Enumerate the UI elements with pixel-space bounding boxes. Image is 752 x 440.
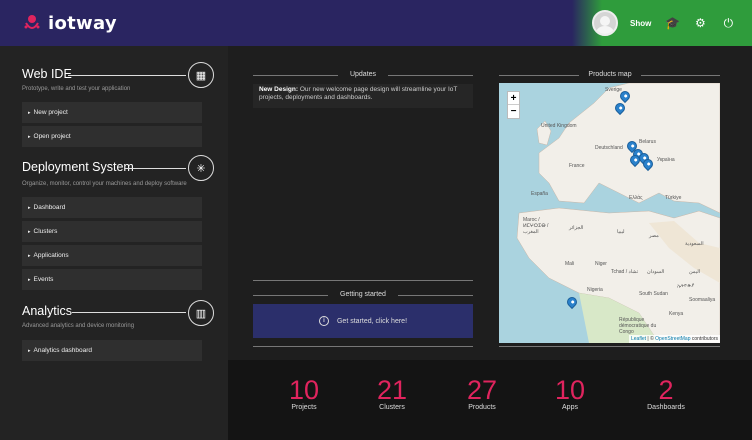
divider <box>124 168 186 169</box>
divider <box>253 295 328 296</box>
menu-item-events[interactable]: ▸ Events <box>22 269 202 290</box>
map-label: France <box>569 163 585 169</box>
map-label: السودان <box>647 269 665 275</box>
map-label: Türkiye <box>665 195 682 201</box>
get-started-label: Get started, click here! <box>336 317 408 325</box>
map-landmass <box>516 83 720 343</box>
map-label: ليبيا <box>617 229 625 235</box>
brand[interactable]: iotway <box>22 13 117 34</box>
map-label: Kenya <box>669 311 684 317</box>
updates-title: Updates <box>349 71 377 78</box>
stat-products[interactable]: 27 Products <box>442 376 522 411</box>
divider <box>499 346 720 347</box>
network-icon: ✳ <box>188 155 214 181</box>
divider <box>641 75 720 76</box>
map-label: Maroc / ⵍⵎⵖⵔⵉⴱ / المغرب <box>523 217 549 235</box>
get-started-button[interactable]: i Get started, click here! <box>253 304 473 338</box>
map-label: United Kingdom <box>541 123 577 129</box>
map-label: الجزائر <box>569 225 584 231</box>
getting-started-title: Getting started <box>340 291 386 298</box>
section-title: Analytics <box>22 304 73 318</box>
map-label: Tchad / تشاد <box>611 269 639 275</box>
stat-value: 27 <box>466 375 498 405</box>
menu-item-applications[interactable]: ▸ Applications <box>22 245 202 266</box>
leaflet-link[interactable]: Leaflet <box>631 336 646 342</box>
stat-label: Products <box>468 404 496 411</box>
stat-label: Projects <box>291 404 317 411</box>
stat-label: Dashboards <box>647 404 685 411</box>
menu-item-dashboard[interactable]: ▸ Dashboard <box>22 197 202 218</box>
divider <box>499 75 579 76</box>
map-label: ኢትዮጵያ <box>677 283 695 289</box>
brand-name: iotway <box>48 12 117 34</box>
products-map-title: Products map <box>588 71 632 78</box>
divider <box>253 75 338 76</box>
menu-item-open-project[interactable]: ▸ Open project <box>22 126 202 147</box>
divider <box>398 295 473 296</box>
map-attribution: Leaflet | © OpenStreetMap contributors <box>629 335 720 343</box>
divider <box>68 75 186 76</box>
section-subtitle: Advanced analytics and device monitoring <box>22 323 135 329</box>
updates-lead: New Design: <box>259 86 299 93</box>
divider <box>388 75 473 76</box>
stat-apps[interactable]: 10 Apps <box>530 376 610 411</box>
map-label: اليمن <box>689 269 701 275</box>
map-label: Deutschland <box>595 145 623 151</box>
divider <box>253 346 473 347</box>
section-subtitle: Prototype, write and test your applicati… <box>22 86 131 92</box>
updates-card: New Design: Our new welcome page design … <box>253 84 473 108</box>
stat-label: Apps <box>562 404 578 411</box>
stat-value: 10 <box>554 375 586 405</box>
graduation-cap-icon[interactable]: 🎓 <box>665 16 680 30</box>
map-label: Mali <box>565 261 575 267</box>
grid-icon: ▦ <box>188 62 214 88</box>
chart-icon: ▥ <box>188 300 214 326</box>
top-bar: iotway Show 🎓 ⚙ ⏻ <box>0 0 752 46</box>
map-label: Niger <box>595 261 607 267</box>
stat-projects[interactable]: 10 Projects <box>264 376 344 411</box>
zoom-out-button[interactable]: − <box>508 105 519 118</box>
menu-item-analytics-dashboard[interactable]: ▸ Analytics dashboard <box>22 340 202 361</box>
map-label: South Sudan <box>639 291 668 297</box>
zoom-control: + − <box>507 91 520 119</box>
zoom-in-button[interactable]: + <box>508 92 519 105</box>
map-label: République démocratique du Congo <box>619 317 657 335</box>
user-name[interactable]: Show <box>630 19 651 28</box>
menu-item-new-project[interactable]: ▸ New project <box>22 102 202 123</box>
menu-item-clusters[interactable]: ▸ Clusters <box>22 221 202 242</box>
power-icon[interactable]: ⏻ <box>721 16 735 31</box>
section-subtitle: Organize, monitor, control your machines… <box>22 181 187 187</box>
stat-value: 10 <box>288 375 320 405</box>
section-title: Deployment System <box>22 160 134 174</box>
map-label: Belarus <box>639 139 656 145</box>
stat-clusters[interactable]: 21 Clusters <box>352 376 432 411</box>
section-title: Web IDE <box>22 67 72 81</box>
map-label: السعودية <box>685 241 704 247</box>
map-label: Україна <box>657 157 675 163</box>
stat-dashboards[interactable]: 2 Dashboards <box>626 376 706 411</box>
products-map[interactable]: Sverige United Kingdom Deutschland Belar… <box>499 83 720 343</box>
stats-bar: 10 Projects 21 Clusters 27 Products 10 A… <box>228 360 752 440</box>
stat-value: 2 <box>658 375 674 405</box>
map-label: España <box>531 191 548 197</box>
map-label: Nigeria <box>587 287 603 293</box>
brand-logo-icon <box>24 15 40 29</box>
osm-link[interactable]: OpenStreetMap <box>655 336 690 342</box>
stat-label: Clusters <box>379 404 405 411</box>
map-label: مصر <box>649 233 659 239</box>
avatar[interactable] <box>592 10 618 36</box>
stat-value: 21 <box>376 375 408 405</box>
divider <box>72 312 186 313</box>
map-label: Sverige <box>605 87 622 93</box>
map-label: Ελλάς <box>629 195 643 201</box>
map-label: Soomaaliya <box>689 297 716 303</box>
gear-icon[interactable]: ⚙ <box>693 16 707 30</box>
user-area: Show 🎓 ⚙ ⏻ <box>572 0 752 46</box>
info-icon: i <box>318 316 329 326</box>
divider <box>253 280 473 281</box>
